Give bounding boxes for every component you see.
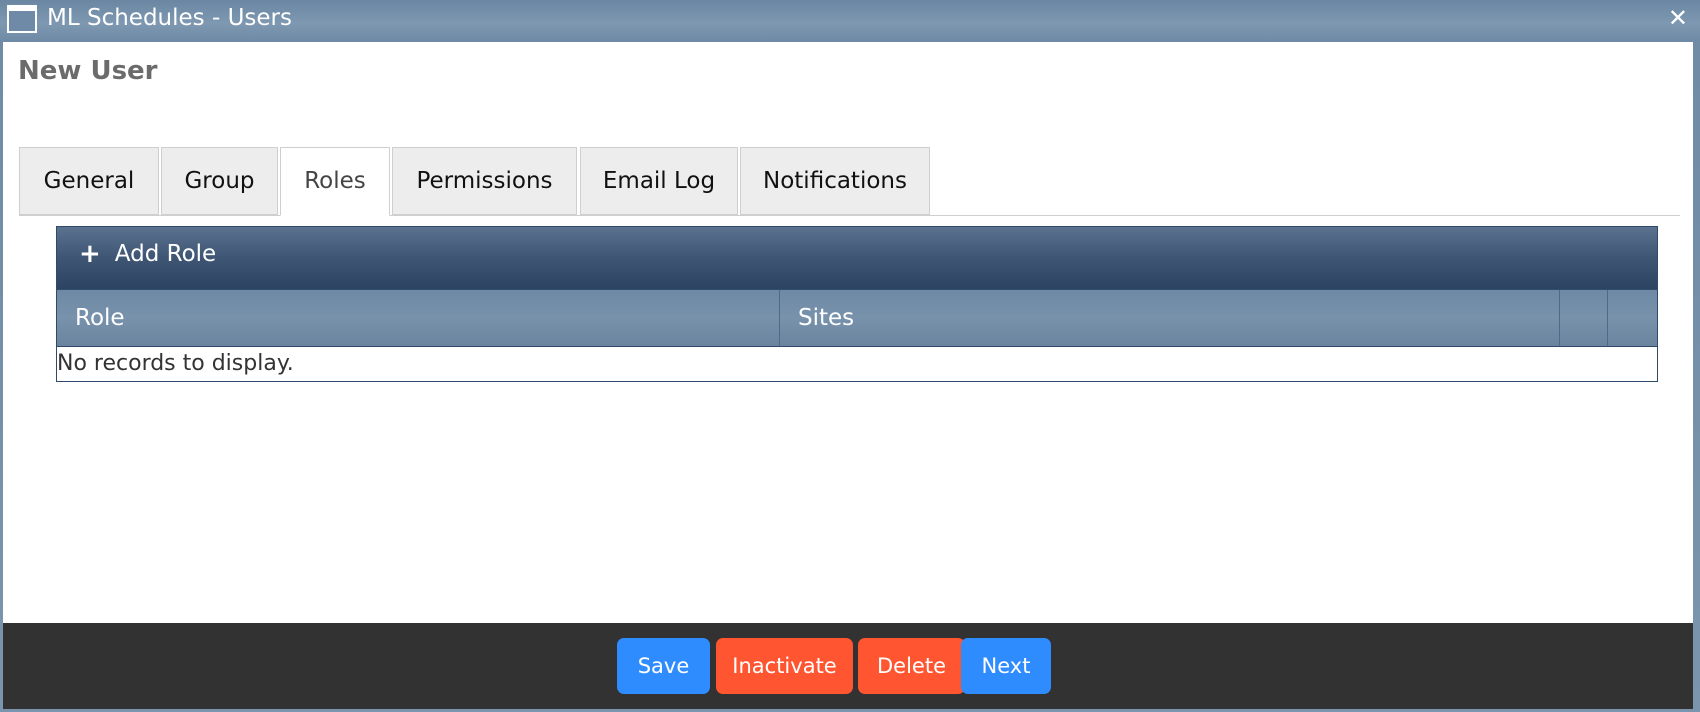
add-role-label: Add Role [114, 241, 217, 267]
delete-button[interactable]: Delete [858, 638, 965, 694]
column-header-action-2 [1608, 290, 1657, 346]
next-button[interactable]: Next [961, 638, 1051, 694]
window-icon [7, 5, 37, 33]
grid-toolbar: + Add Role [57, 227, 1657, 289]
close-icon[interactable]: ✕ [1668, 4, 1688, 32]
add-role-button[interactable]: + Add Role [79, 241, 216, 267]
tab-general[interactable]: General [19, 147, 159, 215]
column-header-role[interactable]: Role [57, 290, 780, 346]
column-header-sites[interactable]: Sites [780, 290, 1560, 346]
empty-message: No records to display. [57, 346, 1657, 381]
window-title: ML Schedules - Users [47, 5, 292, 31]
tab-roles[interactable]: Roles [280, 147, 390, 216]
save-button[interactable]: Save [617, 638, 710, 694]
app-window: ML Schedules - Users ✕ New User General … [0, 0, 1700, 712]
tab-email-log[interactable]: Email Log [580, 147, 738, 215]
column-header-action-1 [1560, 290, 1608, 346]
footer-bar: Save Inactivate Delete Next [3, 623, 1693, 709]
tab-notifications[interactable]: Notifications [740, 147, 930, 215]
dialog-content: New User General Group Roles Permissions… [3, 42, 1693, 623]
tab-permissions[interactable]: Permissions [392, 147, 577, 215]
grid-header: Role Sites [57, 289, 1657, 346]
tab-group[interactable]: Group [161, 147, 278, 215]
title-bar: ML Schedules - Users ✕ [0, 0, 1700, 42]
page-title: New User [18, 56, 158, 86]
roles-grid: + Add Role Role Sites No records to disp… [56, 226, 1658, 382]
inactivate-button[interactable]: Inactivate [716, 638, 853, 694]
plus-icon: + [79, 239, 101, 269]
tab-bar: General Group Roles Permissions Email Lo… [19, 105, 1680, 216]
